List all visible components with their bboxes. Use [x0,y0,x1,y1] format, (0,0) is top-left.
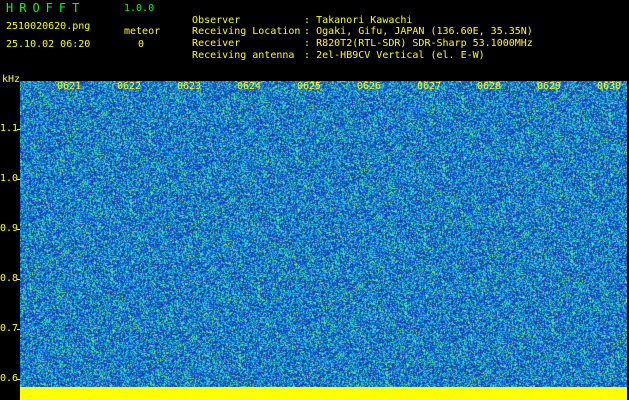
y-tick-mark [17,129,20,130]
y-axis-unit: kHz [2,74,21,85]
info-antenna-label: Receiving antenna [192,50,295,61]
file-name: 2510020620.png [6,21,91,32]
info-antenna: Receiving antenna : 2el-HB9CV Vertical (e… [180,41,485,61]
x-tick-label: 0629 [537,81,562,92]
x-tick-label: 0628 [477,81,502,92]
x-tick-label: 0623 [177,81,202,92]
y-tick-label: 0.9 [0,223,19,234]
info-antenna-value: : 2el-HB9CV Vertical (el. E-W) [304,50,485,61]
x-tick-label: 0627 [417,81,442,92]
y-tick-label: 0.8 [0,273,19,284]
x-tick-label: 0625 [297,81,322,92]
app-title: HROFFT [6,1,86,15]
meteor-label: meteor [124,26,161,37]
y-tick-mark [17,379,20,380]
app-version: 1.0.0 [124,3,155,14]
y-tick-mark [17,279,20,280]
y-tick-label: 1.1 [0,123,19,134]
y-tick-mark [17,329,20,330]
x-tick-label: 0622 [117,81,142,92]
y-tick-label: 0.6 [0,373,19,384]
spectrogram [20,81,627,387]
y-tick-mark [17,229,20,230]
x-tick-label: 0624 [237,81,262,92]
y-tick-mark [17,179,20,180]
date-time: 25.10.02 06:20 [6,39,91,50]
x-tick-label: 0630 [597,81,622,92]
x-tick-label: 0626 [357,81,382,92]
meteor-count: 0 [138,39,145,50]
baseline-band [20,387,627,400]
x-tick-label: 0621 [57,81,82,92]
y-tick-label: 0.7 [0,323,19,334]
y-tick-label: 1.0 [0,173,19,184]
